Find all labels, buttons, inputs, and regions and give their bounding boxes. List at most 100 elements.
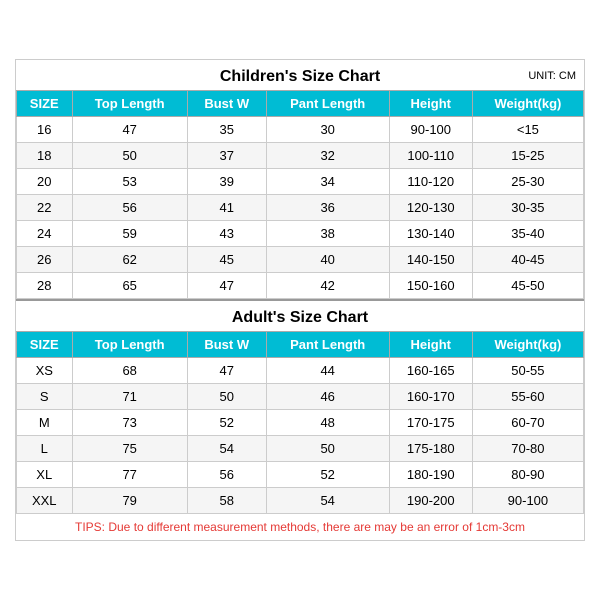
- adult-col-pantlength: Pant Length: [266, 332, 389, 358]
- table-cell: 90-100: [389, 117, 472, 143]
- children-header-row: SIZE Top Length Bust W Pant Length Heigh…: [17, 91, 584, 117]
- table-cell: 36: [266, 195, 389, 221]
- table-cell: 180-190: [389, 462, 472, 488]
- table-cell: 100-110: [389, 143, 472, 169]
- table-cell: XXL: [17, 488, 73, 514]
- table-cell: 46: [266, 384, 389, 410]
- table-cell: 50: [72, 143, 187, 169]
- table-cell: 43: [187, 221, 266, 247]
- adult-col-size: SIZE: [17, 332, 73, 358]
- table-cell: 79: [72, 488, 187, 514]
- table-cell: 30: [266, 117, 389, 143]
- table-row: 20533934110-12025-30: [17, 169, 584, 195]
- children-title: Children's Size Chart UNIT: CM: [16, 60, 584, 90]
- table-cell: 77: [72, 462, 187, 488]
- children-col-height: Height: [389, 91, 472, 117]
- table-row: 28654742150-16045-50: [17, 273, 584, 299]
- table-cell: 40: [266, 247, 389, 273]
- table-cell: 50: [266, 436, 389, 462]
- table-cell: 70-80: [472, 436, 583, 462]
- table-cell: 20: [17, 169, 73, 195]
- table-cell: 18: [17, 143, 73, 169]
- table-cell: 71: [72, 384, 187, 410]
- children-table: SIZE Top Length Bust W Pant Length Heigh…: [16, 90, 584, 299]
- adult-col-height: Height: [389, 332, 472, 358]
- table-row: 22564136120-13030-35: [17, 195, 584, 221]
- table-cell: 32: [266, 143, 389, 169]
- table-cell: 175-180: [389, 436, 472, 462]
- table-cell: 28: [17, 273, 73, 299]
- table-row: XS684744160-16550-55: [17, 358, 584, 384]
- table-cell: 35: [187, 117, 266, 143]
- table-cell: 75: [72, 436, 187, 462]
- table-cell: 48: [266, 410, 389, 436]
- table-cell: L: [17, 436, 73, 462]
- table-cell: 45-50: [472, 273, 583, 299]
- adult-title-text: Adult's Size Chart: [232, 309, 368, 326]
- table-cell: 25-30: [472, 169, 583, 195]
- table-cell: 50-55: [472, 358, 583, 384]
- table-cell: 80-90: [472, 462, 583, 488]
- table-row: XXL795854190-20090-100: [17, 488, 584, 514]
- table-row: 26624540140-15040-45: [17, 247, 584, 273]
- table-cell: 53: [72, 169, 187, 195]
- table-cell: 120-130: [389, 195, 472, 221]
- table-row: 1647353090-100<15: [17, 117, 584, 143]
- table-cell: 38: [266, 221, 389, 247]
- table-cell: 55-60: [472, 384, 583, 410]
- table-row: 24594338130-14035-40: [17, 221, 584, 247]
- table-cell: 16: [17, 117, 73, 143]
- adult-col-bustw: Bust W: [187, 332, 266, 358]
- unit-label: UNIT: CM: [528, 70, 576, 82]
- table-cell: XL: [17, 462, 73, 488]
- table-cell: 40-45: [472, 247, 583, 273]
- table-cell: 160-165: [389, 358, 472, 384]
- children-title-text: Children's Size Chart: [220, 68, 380, 85]
- children-col-toplength: Top Length: [72, 91, 187, 117]
- children-col-bustw: Bust W: [187, 91, 266, 117]
- adult-title: Adult's Size Chart: [16, 299, 584, 331]
- size-chart-container: Children's Size Chart UNIT: CM SIZE Top …: [15, 59, 585, 541]
- table-cell: 150-160: [389, 273, 472, 299]
- table-cell: 52: [187, 410, 266, 436]
- tips-text: TIPS: Due to different measurement metho…: [16, 514, 584, 540]
- table-cell: 140-150: [389, 247, 472, 273]
- table-cell: 190-200: [389, 488, 472, 514]
- table-cell: 52: [266, 462, 389, 488]
- table-row: L755450175-18070-80: [17, 436, 584, 462]
- adult-header-row: SIZE Top Length Bust W Pant Length Heigh…: [17, 332, 584, 358]
- table-cell: 22: [17, 195, 73, 221]
- table-cell: 58: [187, 488, 266, 514]
- table-cell: 26: [17, 247, 73, 273]
- table-cell: 56: [187, 462, 266, 488]
- table-cell: 47: [187, 358, 266, 384]
- table-cell: 39: [187, 169, 266, 195]
- table-cell: 44: [266, 358, 389, 384]
- table-cell: 170-175: [389, 410, 472, 436]
- table-cell: 59: [72, 221, 187, 247]
- adult-col-weight: Weight(kg): [472, 332, 583, 358]
- table-cell: M: [17, 410, 73, 436]
- table-row: S715046160-17055-60: [17, 384, 584, 410]
- table-cell: 50: [187, 384, 266, 410]
- children-col-weight: Weight(kg): [472, 91, 583, 117]
- table-cell: 130-140: [389, 221, 472, 247]
- table-row: M735248170-17560-70: [17, 410, 584, 436]
- table-cell: 45: [187, 247, 266, 273]
- table-cell: 47: [187, 273, 266, 299]
- table-cell: 47: [72, 117, 187, 143]
- table-cell: S: [17, 384, 73, 410]
- table-cell: 30-35: [472, 195, 583, 221]
- table-cell: 35-40: [472, 221, 583, 247]
- table-cell: XS: [17, 358, 73, 384]
- table-cell: 90-100: [472, 488, 583, 514]
- table-cell: 37: [187, 143, 266, 169]
- table-cell: 54: [266, 488, 389, 514]
- table-cell: 110-120: [389, 169, 472, 195]
- table-cell: 42: [266, 273, 389, 299]
- table-cell: 56: [72, 195, 187, 221]
- table-cell: 62: [72, 247, 187, 273]
- table-cell: 68: [72, 358, 187, 384]
- table-cell: 54: [187, 436, 266, 462]
- table-cell: <15: [472, 117, 583, 143]
